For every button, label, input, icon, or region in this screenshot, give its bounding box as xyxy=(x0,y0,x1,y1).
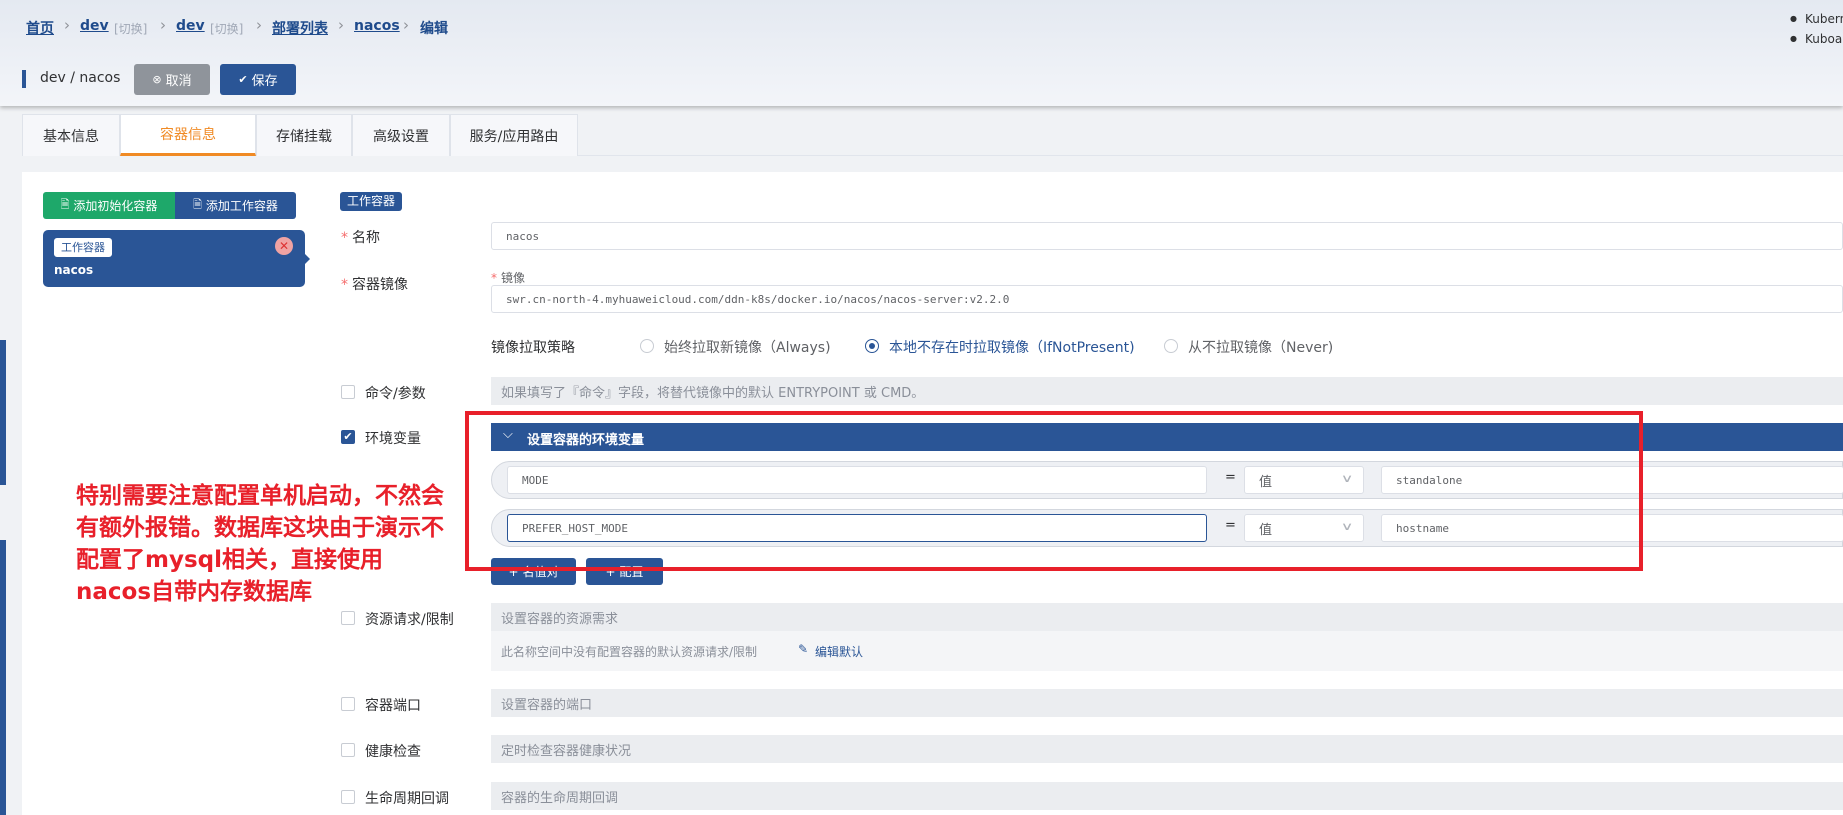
name-label-text: 名称 xyxy=(352,230,380,246)
health-hint: 定时检查容器健康状况 xyxy=(491,735,1843,763)
resources-note: 此名称空间中没有配置容器的默认资源请求/限制 xyxy=(501,645,758,659)
lifecycle-checkbox[interactable] xyxy=(341,790,355,804)
header-right-item[interactable]: Kubern xyxy=(1790,12,1843,26)
cancel-button-label: 取消 xyxy=(165,74,192,89)
card-pointer-arrow xyxy=(302,251,310,267)
image-section-label: * 容器镜像 xyxy=(341,277,408,293)
command-checkbox[interactable] xyxy=(341,385,355,399)
add-work-container-button[interactable]: 🗎 添加工作容器 xyxy=(175,192,296,219)
lifecycle-hint: 容器的生命周期回调 xyxy=(491,782,1843,810)
image-section-label-text: 容器镜像 xyxy=(352,277,408,293)
page-title: dev / nacos xyxy=(40,70,121,86)
pull-policy-label: 镜像拉取策略 xyxy=(491,340,575,356)
command-label: 命令/参数 xyxy=(365,386,426,402)
title-accent-bar xyxy=(22,70,26,88)
ports-label: 容器端口 xyxy=(365,698,421,714)
save-button[interactable]: ✔ 保存 xyxy=(220,64,296,95)
tab-advanced-settings[interactable]: 高级设置 xyxy=(352,114,450,156)
tab-basic-info[interactable]: 基本信息 xyxy=(22,114,120,156)
lifecycle-label: 生命周期回调 xyxy=(365,791,449,807)
radio-never[interactable] xyxy=(1164,339,1178,353)
save-button-label: 保存 xyxy=(251,74,278,89)
document-icon: 🗎 xyxy=(60,198,70,211)
health-label: 健康检查 xyxy=(365,744,421,760)
radio-always-label[interactable]: 始终拉取新镜像（Always) xyxy=(664,337,831,357)
image-sub-label: * 镜像 xyxy=(491,271,526,285)
breadcrumb-cluster-switch[interactable]: [切换] xyxy=(114,20,147,37)
breadcrumb-home[interactable]: 首页 xyxy=(26,18,54,38)
command-hint: 如果填写了『命令』字段，将替代镜像中的默认 ENTRYPOINT 或 CMD。 xyxy=(491,377,1843,405)
tab-storage-mount[interactable]: 存储挂载 xyxy=(256,114,352,156)
left-edge-strip xyxy=(0,340,6,485)
image-input[interactable]: swr.cn-north-4.myhuaweicloud.com/ddn-k8s… xyxy=(491,285,1843,313)
resources-checkbox[interactable] xyxy=(341,611,355,625)
annotation-note: 特别需要注意配置单机启动，不然会有额外报错。数据库这块由于演示不配置了mysql… xyxy=(76,483,444,605)
container-name-input[interactable]: nacos xyxy=(491,222,1843,250)
radio-if-not-present-label[interactable]: 本地不存在时拉取镜像（IfNotPresent) xyxy=(889,337,1135,357)
chevron-right-icon: › xyxy=(64,16,70,34)
image-sub-label-text: 镜像 xyxy=(501,271,526,285)
left-edge-strip xyxy=(0,540,6,815)
tab-bar: 基本信息 容器信息 存储挂载 高级设置 服务/应用路由 xyxy=(22,114,1843,156)
annotation-highlight-box xyxy=(465,411,1643,571)
radio-always[interactable] xyxy=(640,339,654,353)
add-work-container-label: 添加工作容器 xyxy=(205,199,278,213)
ports-checkbox[interactable] xyxy=(341,697,355,711)
cancel-button[interactable]: ⊗ 取消 xyxy=(134,64,210,95)
breadcrumb-cluster[interactable]: dev xyxy=(80,18,109,34)
health-checkbox[interactable] xyxy=(341,743,355,757)
env-label: 环境变量 xyxy=(365,431,421,447)
edit-default-link[interactable]: 编辑默认 xyxy=(815,643,863,660)
chevron-right-icon: › xyxy=(256,16,262,34)
container-card-name: nacos xyxy=(54,263,94,277)
container-card-tag: 工作容器 xyxy=(54,238,112,257)
resources-hint: 设置容器的资源需求 xyxy=(491,603,1843,631)
breadcrumb-deployment-name[interactable]: nacos xyxy=(354,18,400,34)
container-card-nacos[interactable]: 工作容器 nacos ✕ xyxy=(43,230,310,287)
add-init-container-label: 添加初始化容器 xyxy=(73,199,158,213)
cancel-circle-icon: ⊗ xyxy=(152,73,162,86)
breadcrumb-current: 编辑 xyxy=(420,21,448,37)
header-right-item[interactable]: Kuboar xyxy=(1790,32,1843,46)
edit-pencil-icon: ✎ xyxy=(798,642,809,656)
name-label: * 名称 xyxy=(341,230,380,246)
radio-if-not-present[interactable] xyxy=(865,339,879,353)
tab-service-route[interactable]: 服务/应用路由 xyxy=(450,114,578,156)
chevron-right-icon: › xyxy=(160,16,166,34)
tab-container-info[interactable]: 容器信息 xyxy=(120,114,256,156)
radio-never-label[interactable]: 从不拉取镜像（Never) xyxy=(1188,337,1333,357)
chevron-right-icon: › xyxy=(403,16,409,34)
add-init-container-button[interactable]: 🗎 添加初始化容器 xyxy=(43,192,175,219)
container-type-tag: 工作容器 xyxy=(340,192,403,211)
env-checkbox[interactable]: ✔ xyxy=(341,430,355,444)
breadcrumb-namespace[interactable]: dev xyxy=(176,18,205,34)
ports-hint: 设置容器的端口 xyxy=(491,689,1843,717)
close-icon[interactable]: ✕ xyxy=(275,237,293,255)
document-icon: 🗎 xyxy=(193,198,202,211)
resources-note-box: 此名称空间中没有配置容器的默认资源请求/限制 ✎ 编辑默认 xyxy=(491,631,1843,671)
chevron-right-icon: › xyxy=(338,16,344,34)
breadcrumb-deployment-list[interactable]: 部署列表 xyxy=(272,18,328,38)
breadcrumb-namespace-switch[interactable]: [切换] xyxy=(210,20,243,37)
page-header: 首页 › dev [切换] › dev [切换] › 部署列表 › nacos … xyxy=(0,0,1843,106)
resources-label: 资源请求/限制 xyxy=(365,612,454,628)
check-circle-icon: ✔ xyxy=(238,73,248,86)
